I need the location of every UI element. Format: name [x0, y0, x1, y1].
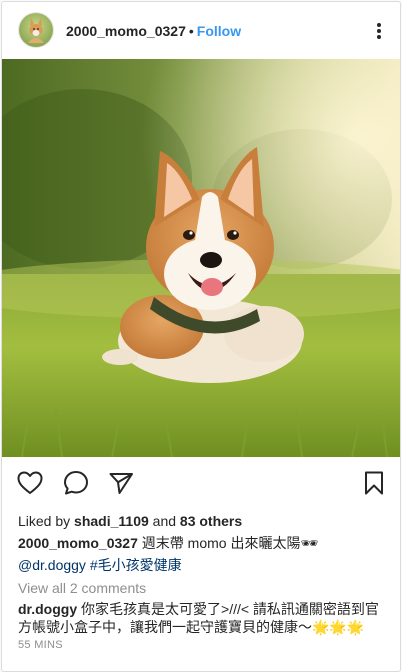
heart-icon[interactable]: [16, 469, 44, 497]
caption-tags: @dr.doggy #毛小孩愛健康: [18, 556, 182, 574]
liked-by-user[interactable]: shadi_1109: [74, 513, 149, 529]
caption: 2000_momo_0327 週末帶 momo 出來曬太陽🕶: [18, 534, 318, 552]
post-header: 2000_momo_0327 • Follow: [2, 2, 400, 59]
avatar[interactable]: [19, 13, 53, 47]
bookmark-icon[interactable]: [360, 469, 388, 497]
speech-bubble-icon[interactable]: [62, 469, 90, 497]
vertical-ellipsis-icon[interactable]: [372, 20, 386, 42]
hashtag-link[interactable]: #毛小孩愛健康: [90, 557, 182, 573]
post-timestamp: 55 MINS: [18, 639, 63, 651]
comment-item: dr.doggy 你家毛孩真是太可愛了>///< 請私訊通關密語到官方帳號小盒子…: [18, 600, 386, 636]
view-all-comments-link[interactable]: View all 2 comments: [18, 579, 146, 597]
header-text: 2000_momo_0327 • Follow: [66, 23, 241, 40]
likes-others-link[interactable]: 83 others: [180, 513, 242, 529]
post-image[interactable]: [2, 59, 400, 457]
mention-link[interactable]: @dr.doggy: [18, 557, 86, 573]
caption-text: 週末帶 momo 出來曬太陽🕶: [141, 535, 319, 551]
likes-prefix: Liked by: [18, 513, 71, 529]
caption-username[interactable]: 2000_momo_0327: [18, 535, 138, 551]
paper-plane-icon[interactable]: [107, 469, 135, 497]
comment-username[interactable]: dr.doggy: [18, 601, 77, 617]
separator-dot: •: [188, 23, 194, 39]
likes-conjunction: and: [152, 513, 177, 529]
likes-line: Liked by shadi_1109 and 83 others: [18, 512, 242, 530]
post-card: 2000_momo_0327 • Follow Liked by shadi_1…: [1, 1, 401, 672]
follow-button[interactable]: Follow: [197, 23, 241, 39]
post-username[interactable]: 2000_momo_0327: [66, 23, 186, 39]
action-bar: [2, 457, 400, 509]
